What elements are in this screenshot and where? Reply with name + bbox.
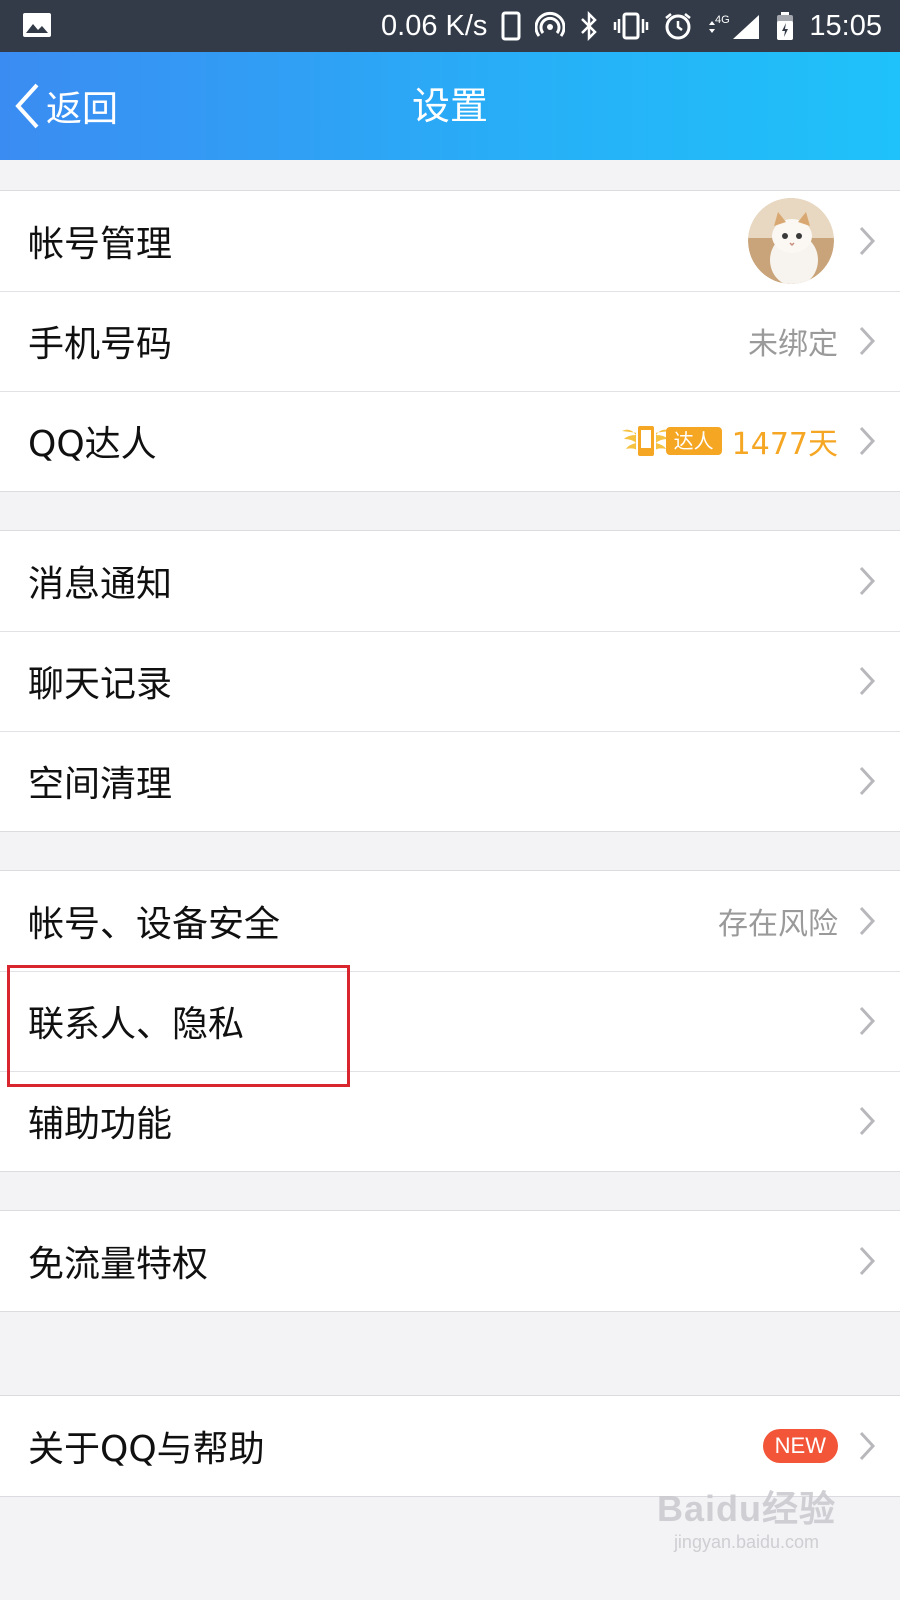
row-label: 辅助功能 [28,1104,173,1145]
watermark-url: jingyan.baidu.com [673,1532,820,1552]
daren-badge: 达人 [620,421,722,461]
row-label: 帐号管理 [28,224,173,265]
settings-group-messages: 消息通知 聊天记录 空间清理 [0,530,900,832]
row-value: 未绑定 [748,327,838,362]
row-label: QQ达人 [28,424,157,465]
row-value: 1477天 [731,427,838,462]
chevron-right-icon [859,426,876,456]
row-label: 免流量特权 [28,1244,209,1285]
row-label: 空间清理 [28,764,173,805]
settings-row-qq-daren[interactable]: QQ达人 达人 1477天 [0,391,900,491]
watermark-logo: Baidu经验 [656,1488,836,1529]
row-label: 关于QQ与帮助 [28,1429,265,1470]
settings-group-data-plan: 免流量特权 [0,1210,900,1312]
settings-row-storage-cleanup[interactable]: 空间清理 [0,731,900,831]
settings-row-device-security[interactable]: 帐号、设备安全 存在风险 [0,871,900,971]
signal-icon: 4G [707,11,761,41]
vibrate-icon [613,11,649,41]
title-bar: 返回 设置 [0,52,900,160]
settings-row-phone-number[interactable]: 手机号码 未绑定 [0,291,900,391]
hotspot-icon [535,11,566,41]
phone-icon [501,11,521,41]
network-speed: 0.06 K/s [381,9,488,42]
status-bar: 0.06 K/s 4G 15:05 [0,0,900,52]
settings-group-account: 帐号管理 手机号码 未绑定 QQ达人 达人 1477天 [0,190,900,492]
settings-row-chat-history[interactable]: 聊天记录 [0,631,900,731]
chevron-right-icon [859,1246,876,1276]
highlight-box [7,965,350,1087]
chevron-right-icon [859,1431,876,1461]
chevron-right-icon [859,906,876,936]
settings-row-account-management[interactable]: 帐号管理 [0,191,900,291]
chevron-right-icon [859,666,876,696]
winged-phone-icon [621,424,670,458]
row-label: 帐号、设备安全 [28,904,281,945]
settings-row-notifications[interactable]: 消息通知 [0,531,900,631]
chevron-right-icon [859,766,876,796]
row-label: 消息通知 [28,564,173,605]
row-label: 手机号码 [28,324,173,365]
row-label: 聊天记录 [28,664,173,705]
watermark: Baidu经验 jingyan.baidu.com [657,1480,836,1553]
bluetooth-icon [579,11,599,41]
chevron-right-icon [859,326,876,356]
chevron-right-icon [859,226,876,256]
page-title: 设置 [411,84,488,128]
daren-label: 达人 [665,427,722,455]
battery-icon [775,11,795,41]
gallery-icon [23,13,51,37]
alarm-icon [663,11,693,41]
network-type: 4G [715,14,730,26]
row-value: 存在风险 [718,907,838,942]
chevron-right-icon [859,1006,876,1036]
back-button[interactable]: 返回 [12,52,118,160]
status-time: 15:05 [809,9,882,42]
back-chevron-icon [15,83,39,129]
settings-row-free-data[interactable]: 免流量特权 [0,1211,900,1311]
chevron-right-icon [859,1106,876,1136]
new-badge: NEW [762,1429,838,1463]
avatar [748,198,834,284]
back-label: 返回 [46,89,119,130]
chevron-right-icon [859,566,876,596]
